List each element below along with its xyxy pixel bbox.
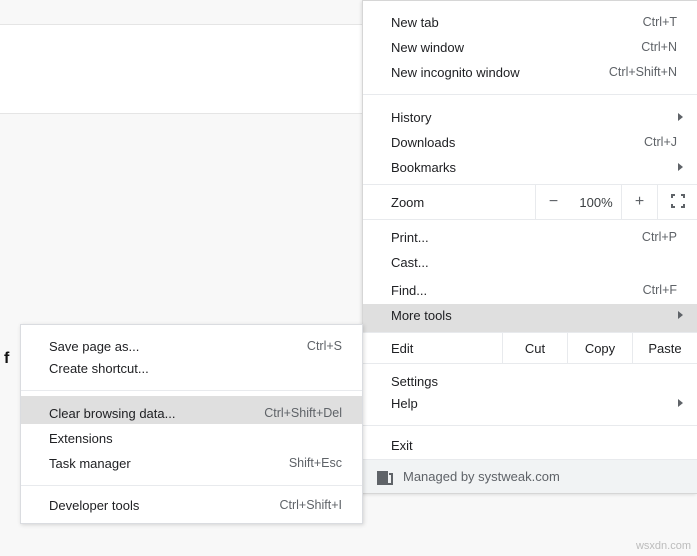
copy-button[interactable]: Copy [567, 332, 632, 364]
menu-label: Save page as... [49, 339, 307, 354]
menu-history[interactable]: History [363, 100, 697, 128]
menu-settings[interactable]: Settings [363, 364, 697, 392]
menu-divider [21, 390, 362, 391]
menu-label: Settings [391, 374, 677, 389]
menu-zoom-row: Zoom − 100% + [363, 184, 697, 220]
zoom-value: 100% [571, 195, 621, 210]
menu-edit-row: Edit Cut Copy Paste [363, 332, 697, 364]
menu-exit[interactable]: Exit [363, 431, 697, 459]
more-tools-submenu: Save page as... Ctrl+S Create shortcut..… [20, 324, 363, 524]
managed-label: Managed by systweak.com [403, 469, 560, 484]
menu-shortcut: Ctrl+P [642, 230, 677, 244]
submenu-developer-tools[interactable]: Developer tools Ctrl+Shift+I [21, 491, 362, 519]
menu-new-incognito[interactable]: New incognito window Ctrl+Shift+N [363, 61, 697, 89]
chevron-right-icon [678, 163, 683, 171]
menu-label: Developer tools [49, 498, 279, 513]
submenu-create-shortcut[interactable]: Create shortcut... [21, 357, 362, 385]
zoom-label: Zoom [363, 195, 535, 210]
menu-new-window[interactable]: New window Ctrl+N [363, 33, 697, 61]
menu-shortcut: Shift+Esc [289, 456, 342, 470]
menu-find[interactable]: Find... Ctrl+F [363, 276, 697, 304]
menu-label: New incognito window [391, 65, 609, 80]
menu-shortcut: Ctrl+Shift+I [279, 498, 342, 512]
fullscreen-button[interactable] [657, 184, 697, 220]
menu-more-tools[interactable]: More tools [363, 304, 697, 332]
menu-divider [21, 485, 362, 486]
background-content-strip [0, 24, 364, 114]
building-icon [377, 469, 393, 485]
menu-help[interactable]: Help [363, 392, 697, 420]
menu-label: More tools [391, 308, 677, 323]
chrome-main-menu: New tab Ctrl+T New window Ctrl+N New inc… [362, 0, 697, 494]
menu-bookmarks[interactable]: Bookmarks [363, 156, 697, 184]
menu-label: Cast... [391, 255, 677, 270]
menu-label: New tab [391, 15, 643, 30]
menu-label: Exit [391, 438, 677, 453]
menu-label: Clear browsing data... [49, 406, 264, 421]
menu-shortcut: Ctrl+Shift+Del [264, 406, 342, 420]
submenu-save-page[interactable]: Save page as... Ctrl+S [21, 329, 362, 357]
menu-shortcut: Ctrl+T [643, 15, 677, 29]
menu-shortcut: Ctrl+S [307, 339, 342, 353]
edit-label: Edit [363, 341, 502, 356]
menu-label: Bookmarks [391, 160, 677, 175]
chevron-right-icon [678, 113, 683, 121]
menu-label: Task manager [49, 456, 289, 471]
zoom-in-button[interactable]: + [621, 184, 657, 220]
zoom-out-button[interactable]: − [535, 184, 571, 220]
menu-label: Extensions [49, 431, 342, 446]
cut-button[interactable]: Cut [502, 332, 567, 364]
menu-label: Downloads [391, 135, 644, 150]
submenu-task-manager[interactable]: Task manager Shift+Esc [21, 452, 362, 480]
menu-divider [363, 94, 697, 95]
menu-downloads[interactable]: Downloads Ctrl+J [363, 128, 697, 156]
menu-label: New window [391, 40, 641, 55]
menu-label: Create shortcut... [49, 361, 342, 376]
menu-print[interactable]: Print... Ctrl+P [363, 220, 697, 248]
menu-new-tab[interactable]: New tab Ctrl+T [363, 5, 697, 33]
submenu-clear-browsing-data[interactable]: Clear browsing data... Ctrl+Shift+Del [21, 396, 362, 424]
menu-shortcut: Ctrl+N [641, 40, 677, 54]
plus-icon: + [635, 193, 644, 211]
menu-shortcut: Ctrl+J [644, 135, 677, 149]
chevron-right-icon [678, 311, 683, 319]
chevron-right-icon [678, 399, 683, 407]
paste-button[interactable]: Paste [632, 332, 697, 364]
watermark: wsxdn.com [636, 540, 691, 552]
menu-label: History [391, 110, 677, 125]
menu-label: Help [391, 396, 677, 411]
menu-label: Find... [391, 283, 643, 298]
fullscreen-icon [670, 193, 686, 212]
menu-label: Print... [391, 230, 642, 245]
menu-managed-by[interactable]: Managed by systweak.com [363, 459, 697, 493]
menu-cast[interactable]: Cast... [363, 248, 697, 276]
background-letter: f [4, 350, 9, 368]
menu-divider [363, 425, 697, 426]
submenu-extensions[interactable]: Extensions [21, 424, 362, 452]
menu-shortcut: Ctrl+Shift+N [609, 65, 677, 79]
minus-icon: − [549, 193, 558, 211]
menu-shortcut: Ctrl+F [643, 283, 677, 297]
